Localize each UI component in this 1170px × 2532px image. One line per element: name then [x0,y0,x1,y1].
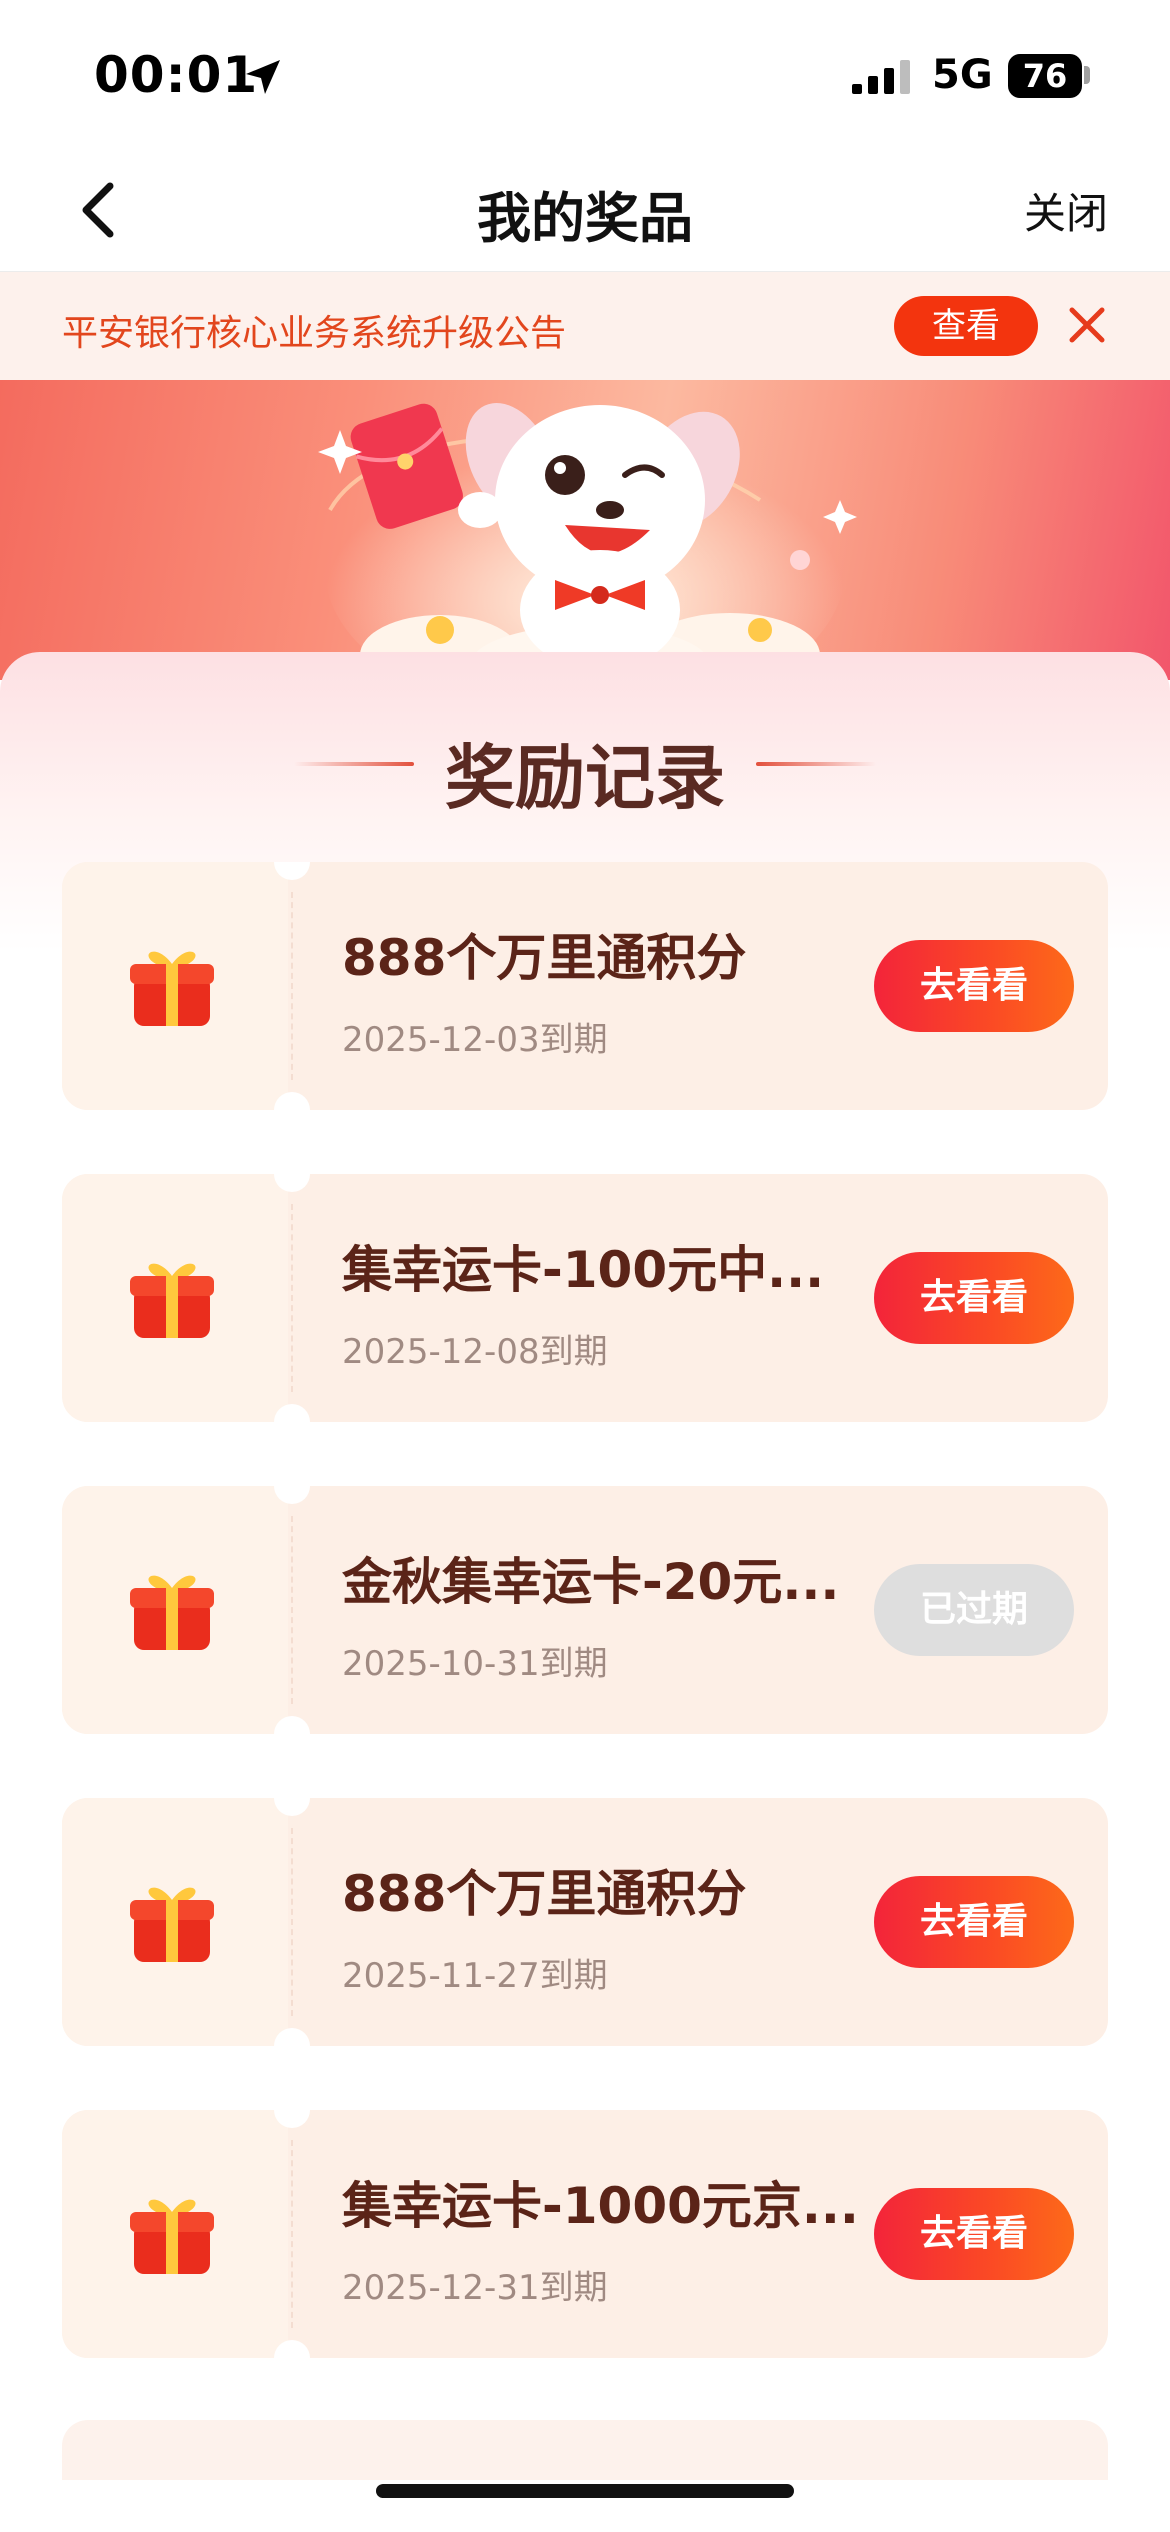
close-button[interactable]: 关闭 [1024,180,1108,241]
reward-expiry-date: 2025-12-03到期 [342,1020,608,1060]
nav-bar: 我的奖品 关闭 [0,150,1170,272]
page-title: 我的奖品 [477,187,693,250]
battery-cap [1084,66,1090,84]
close-icon[interactable] [1064,302,1110,348]
view-announcement-button[interactable]: 查看 [894,296,1038,356]
status-bar: 00:01 5G 76 [0,0,1170,150]
view-reward-button[interactable]: 去看看 [874,1252,1074,1344]
gift-box-icon [130,1887,214,1962]
view-reward-button[interactable]: 去看看 [874,940,1074,1032]
reward-title: 888个万里通积分 [342,1865,747,1923]
reward-card: 集幸运卡-1000元京... 2025-12-31到期 去看看 [62,2110,1108,2358]
announcement-bar: 平安银行核心业务系统升级公告 查看 [0,272,1170,380]
view-reward-button[interactable]: 去看看 [874,2188,1074,2280]
reward-title: 888个万里通积分 [342,929,747,987]
gift-box-icon [130,1263,214,1338]
network-type: 5G [932,52,993,98]
view-reward-button[interactable]: 去看看 [874,1876,1074,1968]
location-arrow-icon [246,60,280,94]
status-time: 00:01 [94,46,259,104]
reward-expiry-date: 2025-10-31到期 [342,1644,608,1684]
reward-title: 集幸运卡-1000元京... [342,2177,859,2235]
gift-box-icon [130,1575,214,1650]
gift-box-icon [130,951,214,1026]
reward-expiry-date: 2025-12-08到期 [342,1332,608,1372]
mascot-illustration [318,403,857,680]
reward-title: 集幸运卡-100元中... [342,1241,825,1299]
section-title: 奖励记录 [445,737,725,819]
ticket-divider [291,1204,293,1392]
reward-title: 金秋集幸运卡-20元... [342,1553,840,1611]
battery-level: 76 [1022,57,1068,95]
banner [0,380,1170,680]
reward-card-partial [62,2420,1108,2480]
announcement-text[interactable]: 平安银行核心业务系统升级公告 [62,304,566,356]
gift-box-icon [130,2199,214,2274]
reward-expiry-date: 2025-11-27到期 [342,1956,608,1996]
ticket-divider [291,1828,293,2016]
ticket-divider [291,892,293,1080]
reward-card: 金秋集幸运卡-20元... 2025-10-31到期 已过期 [62,1486,1108,1734]
reward-card: 集幸运卡-100元中... 2025-12-08到期 去看看 [62,1174,1108,1422]
ticket-divider [291,2140,293,2328]
reward-card: 888个万里通积分 2025-11-27到期 去看看 [62,1798,1108,2046]
signal-icon [852,60,910,94]
expired-status-button: 已过期 [874,1564,1074,1656]
ticket-divider [291,1516,293,1704]
reward-expiry-date: 2025-12-31到期 [342,2268,608,2308]
home-indicator[interactable] [376,2484,794,2498]
reward-card: 888个万里通积分 2025-12-03到期 去看看 [62,862,1108,1110]
title-decoration-right [756,762,876,766]
